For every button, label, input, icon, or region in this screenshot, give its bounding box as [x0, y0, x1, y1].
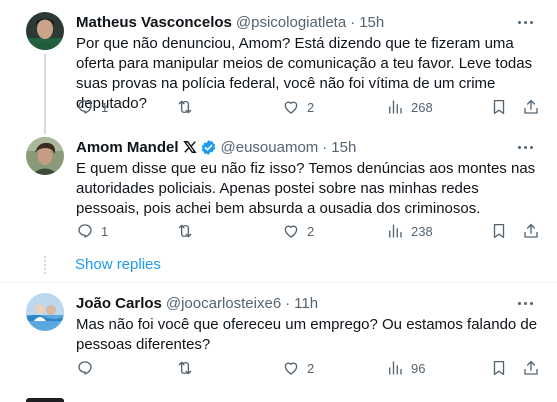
share-icon — [524, 99, 538, 114]
reply-icon — [78, 224, 92, 238]
action-bar: 1 2 268 — [76, 97, 541, 117]
thread-line — [44, 111, 46, 125]
tweet[interactable]: Matheus Vasconcelos @psicologiatleta · 1… — [0, 0, 557, 134]
views-button[interactable]: 268 — [386, 97, 433, 117]
bookmark-icon — [493, 99, 505, 115]
more-icon[interactable] — [515, 14, 535, 30]
views-button[interactable]: 96 — [386, 358, 425, 378]
action-bar: 1 2 238 — [76, 221, 541, 241]
separator: · — [350, 13, 356, 31]
like-button[interactable]: 2 — [282, 221, 314, 241]
tweet-text: E quem disse que eu não fiz isso? Temos … — [76, 160, 536, 217]
bookmark-icon — [493, 223, 505, 239]
collapsed-thread-dots — [44, 256, 46, 274]
bookmark-button[interactable] — [490, 221, 508, 241]
views-button[interactable]: 238 — [386, 221, 433, 241]
reply-count: 1 — [101, 99, 109, 115]
separator: · — [285, 294, 291, 312]
reply-icon — [78, 100, 92, 114]
author-handle[interactable]: @psicologiatleta — [236, 14, 346, 31]
more-icon[interactable] — [515, 139, 535, 155]
author-handle[interactable]: @joocarlosteixe6 — [166, 295, 281, 312]
reply-icon — [78, 361, 92, 375]
like-count: 2 — [307, 360, 315, 376]
like-icon — [284, 225, 298, 238]
retweet-icon — [178, 361, 192, 375]
like-button[interactable]: 2 — [282, 97, 314, 117]
author-name[interactable]: Amom Mandel — [76, 139, 179, 156]
timestamp[interactable]: 11h — [294, 295, 318, 312]
tweet-header: Matheus Vasconcelos @psicologiatleta · 1… — [76, 12, 541, 32]
retweet-button[interactable] — [176, 97, 201, 117]
reply-button[interactable] — [76, 358, 101, 378]
retweet-button[interactable] — [176, 358, 201, 378]
avatar[interactable] — [26, 137, 64, 175]
show-replies-link[interactable]: Show replies — [75, 256, 161, 273]
like-icon — [284, 101, 298, 114]
retweet-button[interactable] — [176, 221, 201, 241]
views-icon — [389, 224, 402, 238]
views-icon — [389, 361, 402, 375]
like-count: 2 — [307, 223, 315, 239]
tweet-header: João Carlos @joocarlosteixe6 · 11h — [76, 293, 541, 313]
author-handle[interactable]: @eusouamom — [221, 139, 319, 156]
author-name[interactable]: João Carlos — [76, 295, 162, 312]
reply-button[interactable]: 1 — [76, 221, 108, 241]
bookmark-button[interactable] — [490, 97, 508, 117]
avatar-image — [26, 293, 64, 331]
tweet-text: Mas não foi você que ofereceu um emprego… — [76, 316, 538, 353]
like-button[interactable]: 2 — [282, 358, 314, 378]
bookmark-icon — [493, 360, 505, 376]
x-logo-icon — [182, 141, 197, 153]
bookmark-button[interactable] — [490, 358, 508, 378]
reply-count: 1 — [101, 223, 109, 239]
next-avatar-partial — [26, 398, 64, 402]
share-button[interactable] — [522, 97, 540, 117]
avatar[interactable] — [26, 12, 64, 50]
timestamp[interactable]: 15h — [331, 139, 356, 156]
tweet-header: Amom Mandel @eusouamom · 15h — [76, 137, 541, 157]
views-icon — [389, 100, 402, 114]
separator: · — [322, 138, 328, 156]
more-icon[interactable] — [515, 295, 535, 311]
timestamp[interactable]: 15h — [359, 14, 384, 31]
like-icon — [284, 362, 298, 375]
like-count: 2 — [307, 99, 315, 115]
views-count: 238 — [411, 223, 433, 239]
author-name[interactable]: Matheus Vasconcelos — [76, 14, 232, 31]
tweet[interactable]: João Carlos @joocarlosteixe6 · 11h Mas n… — [0, 283, 557, 398]
share-icon — [524, 360, 538, 375]
verified-icon[interactable] — [200, 139, 217, 156]
avatar[interactable] — [26, 293, 64, 331]
share-button[interactable] — [522, 358, 540, 378]
avatar-image — [26, 12, 64, 50]
avatar-image — [26, 137, 64, 175]
retweet-icon — [178, 100, 192, 114]
reply-button[interactable]: 1 — [76, 97, 108, 117]
views-count: 268 — [411, 99, 433, 115]
views-count: 96 — [411, 360, 426, 376]
share-button[interactable] — [522, 221, 540, 241]
retweet-icon — [178, 224, 192, 238]
share-icon — [524, 223, 538, 238]
action-bar: 2 96 — [76, 358, 541, 378]
